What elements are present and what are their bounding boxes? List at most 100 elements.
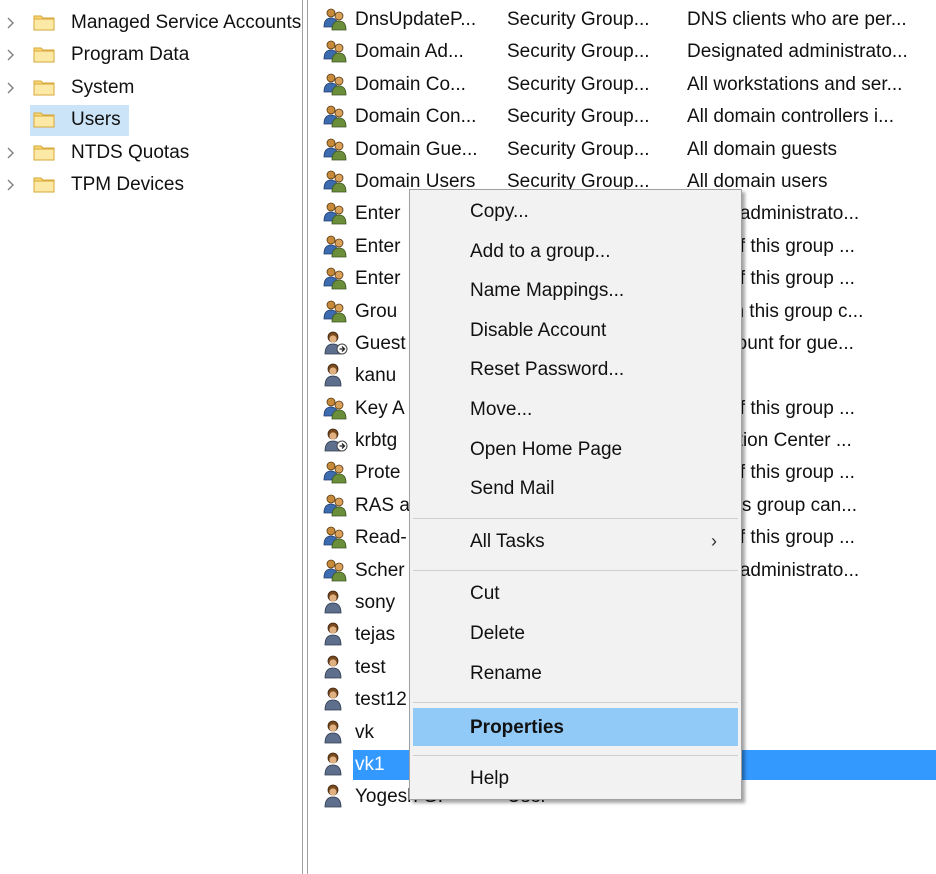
menu-item-name-mappings[interactable]: Name Mappings... — [411, 273, 740, 307]
row-name: Enter — [355, 203, 401, 225]
group-icon — [323, 138, 347, 160]
tree-item-users[interactable]: Users — [0, 103, 305, 137]
row-name: DnsUpdateP... — [355, 9, 477, 30]
group-icon — [323, 397, 347, 420]
list-row[interactable]: Domain Con... Security Group... All domain… — [322, 101, 936, 133]
menu-item-reset-password[interactable]: Reset Password... — [411, 352, 740, 386]
tree-item-label: NTDS Quotas — [71, 141, 190, 163]
menu-item-all-tasks[interactable]: All Tasks › — [411, 524, 740, 558]
user-icon — [324, 720, 342, 743]
chevron-right-icon[interactable] — [4, 81, 18, 95]
row-name: test12 — [355, 689, 407, 711]
row-name: sony — [355, 592, 396, 614]
pane-splitter[interactable] — [302, 0, 309, 874]
user-icon — [324, 752, 342, 776]
row-name: Key A — [355, 397, 405, 419]
menu-item-label: Reset Password... — [470, 359, 625, 381]
menu-item-rename[interactable]: Rename — [411, 656, 740, 690]
group-icon — [323, 40, 347, 63]
row-name: krbtg — [355, 430, 398, 452]
group-icon — [323, 494, 347, 517]
navigation-tree: Managed Service Accounts Program Data Sy… — [0, 6, 305, 200]
user-icon — [324, 687, 342, 711]
folder-icon — [33, 145, 55, 161]
folder-icon — [33, 15, 55, 31]
tree-item-label: Program Data — [71, 44, 190, 66]
menu-item-delete[interactable]: Delete — [411, 616, 740, 650]
menu-item-disable-account[interactable]: Disable Account — [411, 313, 740, 347]
menu-item-label: Open Home Page — [470, 438, 623, 460]
list-row[interactable]: Domain Co... Security Group... All worksta… — [322, 69, 936, 101]
row-name: vk — [355, 721, 374, 743]
menu-item-add-to-a-group[interactable]: Add to a group... — [411, 234, 740, 268]
row-name: tejas — [355, 624, 396, 646]
row-description: Designated administrato... — [687, 41, 908, 63]
tree-item-label: Managed Service Accounts — [71, 12, 302, 33]
menu-item-label: Rename — [470, 662, 542, 684]
row-name: Enter — [355, 268, 401, 290]
tree-item-label: System — [71, 76, 135, 98]
menu-item-move[interactable]: Move... — [411, 392, 740, 426]
tree-item-program-data[interactable]: Program Data — [0, 38, 305, 70]
disabled-user-icon — [324, 331, 348, 355]
row-name: test — [355, 656, 386, 678]
menu-item-copy[interactable]: Copy... — [411, 194, 740, 228]
menu-separator — [413, 755, 738, 757]
splitter-line — [307, 0, 308, 874]
chevron-right-icon[interactable] — [4, 146, 18, 160]
menu-item-open-home-page[interactable]: Open Home Page — [411, 432, 740, 466]
row-name: Read- — [355, 527, 407, 549]
group-icon — [323, 202, 347, 225]
tree-item-system[interactable]: System — [0, 71, 305, 103]
group-icon — [323, 462, 347, 484]
list-row[interactable]: Domain Ad... Security Group... Designated … — [322, 36, 936, 68]
menu-item-label: Send Mail — [470, 478, 555, 500]
menu-item-label: Cut — [470, 583, 500, 605]
group-icon — [323, 300, 347, 322]
row-description: All workstations and ser... — [687, 73, 903, 95]
chevron-right-icon[interactable] — [4, 48, 18, 62]
disabled-user-icon — [324, 428, 348, 452]
user-icon — [324, 655, 342, 679]
row-name: Grou — [355, 300, 398, 322]
folder-icon — [33, 112, 55, 128]
tree-item-managed-service-accounts[interactable]: Managed Service Accounts — [0, 6, 305, 38]
menu-item-send-mail[interactable]: Send Mail — [411, 471, 740, 505]
row-type: Security Group... — [507, 73, 650, 95]
row-description: DNS clients who are per... — [687, 9, 907, 30]
row-description: All domain controllers i... — [687, 106, 894, 128]
group-icon — [323, 267, 347, 290]
menu-item-label: Delete — [470, 623, 525, 644]
chevron-right-icon[interactable] — [4, 16, 18, 30]
row-name: Scher — [355, 559, 405, 581]
group-icon — [323, 559, 347, 582]
list-row[interactable]: DnsUpdateP... Security Group... DNS client… — [322, 4, 936, 36]
tree-item-ntds-quotas[interactable]: NTDS Quotas — [0, 136, 305, 168]
row-name: Enter — [355, 235, 401, 257]
row-name: Domain Con... — [355, 106, 477, 128]
submenu-arrow-icon: › — [711, 530, 717, 551]
menu-separator — [413, 702, 738, 704]
row-name: Domain Co... — [355, 73, 466, 95]
tree-item-tpm-devices[interactable]: TPM Devices — [0, 168, 305, 200]
menu-item-cut[interactable]: Cut — [411, 576, 740, 610]
row-type: Security Group... — [507, 106, 650, 128]
folder-icon — [33, 80, 55, 96]
menu-item-label: Properties — [470, 717, 564, 739]
row-type: Security Group... — [507, 138, 650, 160]
context-menu: Copy... Add to a group... Name Mappings...… — [409, 189, 742, 800]
user-icon — [324, 784, 342, 808]
group-icon — [323, 235, 347, 258]
chevron-right-icon[interactable] — [4, 178, 18, 192]
user-icon — [324, 623, 342, 646]
menu-item-help[interactable]: Help — [411, 761, 740, 795]
menu-item-properties[interactable]: Properties — [413, 708, 738, 747]
user-icon — [324, 363, 342, 387]
tree-item-label: Users — [71, 109, 121, 131]
group-icon — [323, 73, 347, 96]
menu-item-label: Disable Account — [470, 319, 607, 341]
row-name: Domain Ad... — [355, 41, 464, 63]
row-type: Security Group... — [507, 9, 650, 30]
folder-icon — [33, 47, 55, 63]
list-row[interactable]: Domain Gue... Security Group... All domain… — [322, 134, 936, 166]
